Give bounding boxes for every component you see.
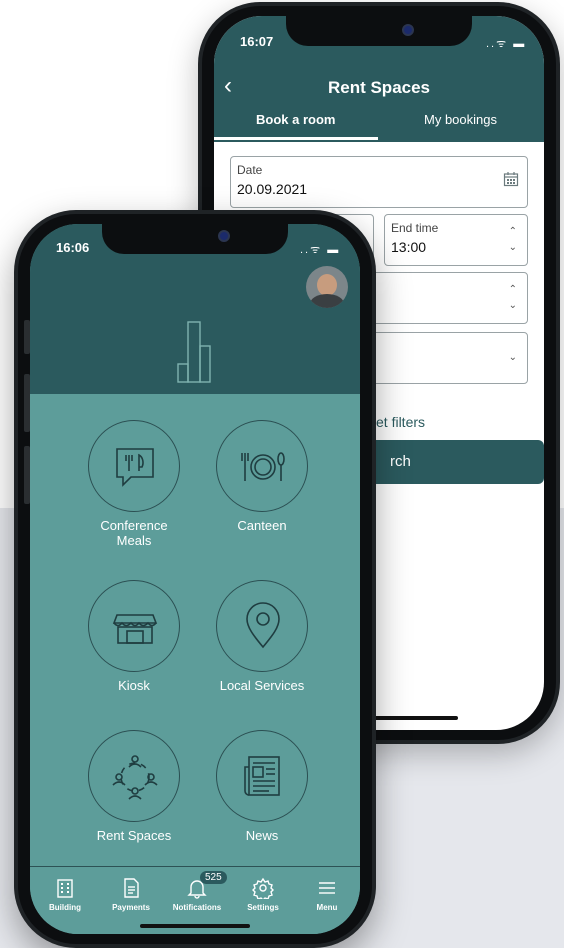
canteen-icon [216,420,308,512]
location-pin-icon [216,580,308,672]
tile-local-services[interactable]: Local Services [202,580,322,693]
building-icon [57,879,73,898]
status-time: 16:07 [240,34,274,49]
home-screen: 16:06 ..ᯤ ▬ Conference Meals Canteen Kio… [30,224,360,934]
nav-label: Notifications [172,903,222,912]
news-icon [216,730,308,822]
active-tab-indicator [214,137,378,140]
notification-badge: 525 [200,871,227,884]
date-label: Date [237,163,263,177]
avatar[interactable] [306,266,348,308]
conference-meals-icon [88,420,180,512]
nav-label: Settings [247,903,279,912]
tile-label: Rent Spaces [96,828,172,843]
front-phone: 16:06 ..ᯤ ▬ Conference Meals Canteen Kio… [14,210,376,948]
reset-filters-link[interactable]: et filters [376,414,425,430]
nav-building[interactable]: Building [32,877,98,912]
kiosk-icon [88,580,180,672]
notch [102,224,288,254]
tile-label: Kiosk [118,678,150,693]
tile-conference-meals[interactable]: Conference Meals [74,420,194,548]
nav-notifications[interactable]: 525 Notifications [164,871,230,912]
tile-label: Local Services [219,678,305,693]
tab-book-a-room[interactable]: Book a room [256,112,335,127]
nav-menu[interactable]: Menu [294,877,360,912]
tile-label: Canteen [237,518,287,533]
tile-label: Conference Meals [100,518,168,548]
nav-label: Payments [112,903,150,912]
status-time: 16:06 [56,240,90,255]
bottom-nav: Building Payments 525 Notifications Sett… [30,866,360,934]
camera-icon [218,230,230,242]
rent-spaces-icon [88,730,180,822]
avatar-face [317,274,337,296]
building-logo-icon [176,320,216,389]
reset-search-area: et filters [374,16,544,730]
tile-canteen[interactable]: Canteen [202,420,322,533]
document-icon [124,878,139,898]
status-icons: ..ᯤ ▬ [300,244,341,256]
tile-rent-spaces[interactable]: Rent Spaces [74,730,194,843]
search-button-label: rch [390,453,411,470]
nav-settings[interactable]: Settings [230,877,296,912]
hamburger-icon [319,882,335,894]
home-indicator [140,924,250,928]
gear-icon [252,877,274,899]
nav-payments[interactable]: Payments [98,877,164,912]
nav-label: Menu [316,903,338,912]
date-value: 20.09.2021 [237,181,308,197]
tile-kiosk[interactable]: Kiosk [74,580,194,693]
nav-label: Building [49,903,81,912]
avatar-body [310,294,344,308]
tile-news[interactable]: News [202,730,322,843]
tile-label: News [245,828,279,843]
